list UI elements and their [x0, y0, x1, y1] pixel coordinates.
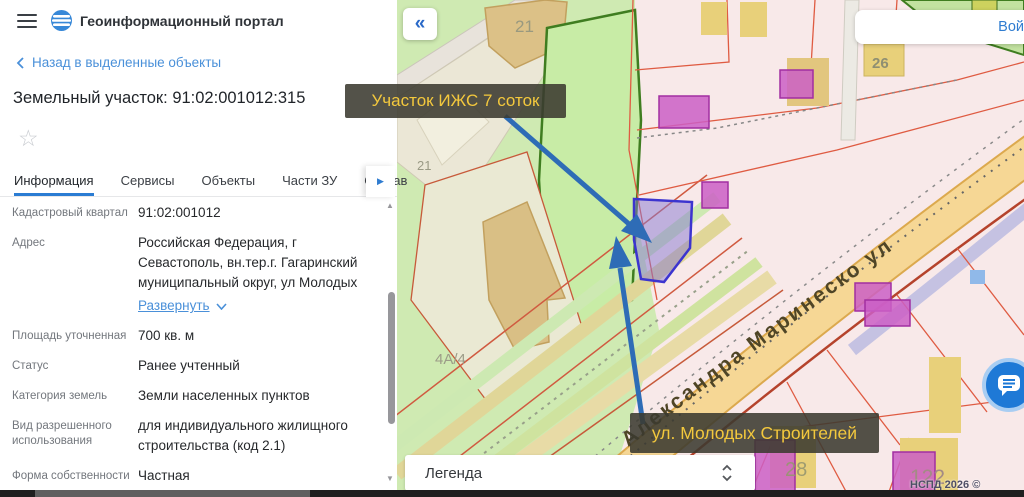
detail-value: Российская Федерация, г Севастополь, вн.…	[138, 233, 385, 316]
page-title: Земельный участок: 91:02:001012:315	[13, 89, 306, 107]
annotation-street-text: ул. Молодых Строителей	[651, 422, 858, 443]
map-label-28: 28	[785, 459, 807, 481]
app-title: Геоинформационный портал	[80, 13, 284, 29]
detail-value: для индивидуального жилищного строительс…	[138, 418, 348, 453]
menu-icon[interactable]	[17, 14, 37, 28]
legend-collapse-icon[interactable]	[721, 464, 733, 482]
annotation-parcel-text: Участок ИЖС 7 соток	[371, 91, 540, 110]
detail-label: Статус	[12, 360, 49, 372]
double-chevron-left-icon: «	[414, 13, 426, 34]
horizontal-scrollbar[interactable]	[0, 490, 1024, 497]
scrollbar-thumb[interactable]	[388, 292, 395, 424]
panel-collapse-button[interactable]: «	[403, 8, 437, 40]
back-link[interactable]: Назад в выделенные объекты	[16, 55, 221, 70]
detail-label: Кадастровый квартал	[12, 207, 128, 219]
detail-row-cadastral-block: Кадастровый квартал 91:02:001012	[0, 198, 385, 228]
favorite-star-icon[interactable]: ☆	[18, 125, 39, 152]
tabs-overflow-button[interactable]: ▶	[366, 166, 395, 197]
chat-bubble-icon	[998, 375, 1020, 396]
detail-value: Ранее учтенный	[138, 358, 240, 373]
tab-parts[interactable]: Части ЗУ	[282, 167, 337, 196]
annotation-parcel: Участок ИЖС 7 соток	[345, 84, 566, 118]
detail-value: Земли населенных пунктов	[138, 388, 310, 403]
map-label-21-left: 21	[417, 158, 431, 173]
legend-bar[interactable]: Легенда	[405, 455, 755, 491]
detail-value: Частная	[138, 468, 190, 483]
detail-label: Адрес	[12, 237, 45, 249]
detail-value: 700 кв. м	[138, 328, 195, 343]
detail-label: Категория земель	[12, 390, 108, 402]
chevron-right-icon: ▶	[377, 176, 384, 186]
panel-header: Геоинформационный портал	[0, 0, 397, 44]
legend-label: Легенда	[425, 464, 483, 482]
chevron-down-icon	[215, 302, 227, 310]
address-text: Российская Федерация, г Севастополь, вн.…	[138, 235, 358, 290]
tab-bar: Информация Сервисы Объекты Части ЗУ Сост…	[0, 167, 407, 197]
detail-row-address: Адрес Российская Федерация, г Севастопол…	[0, 228, 385, 321]
login-link[interactable]: Вой	[998, 19, 1024, 35]
detail-label: Вид разрешенного использования	[12, 420, 112, 447]
top-search-bar[interactable]: Вой	[855, 10, 1024, 44]
details-list: Кадастровый квартал 91:02:001012 Адрес Р…	[0, 198, 385, 491]
horizontal-scrollbar-thumb[interactable]	[35, 490, 310, 497]
scrollbar-up-arrow[interactable]: ▲	[384, 201, 396, 210]
chevron-left-icon	[16, 56, 24, 69]
tab-services[interactable]: Сервисы	[121, 167, 175, 196]
portal-logo-icon	[50, 9, 73, 37]
detail-value: 91:02:001012	[138, 205, 221, 220]
detail-label: Площадь уточненная	[12, 330, 127, 342]
expand-address-link[interactable]: Развернуть	[138, 296, 227, 316]
detail-row-status: Статус Ранее учтенный	[0, 351, 385, 381]
expand-label: Развернуть	[138, 298, 210, 313]
detail-label: Форма собственности	[12, 470, 130, 482]
detail-row-ownership: Форма собственности Частная	[0, 461, 385, 491]
detail-row-permitted-use: Вид разрешенного использования для индив…	[0, 411, 385, 461]
scrollbar-down-arrow[interactable]: ▼	[384, 474, 396, 483]
object-info-panel: Геоинформационный портал Назад в выделен…	[0, 0, 407, 491]
map-label-21-top: 21	[515, 17, 534, 36]
tab-information[interactable]: Информация	[14, 167, 94, 196]
map-label-4a4: 4А/4	[435, 351, 466, 368]
map-label-26: 26	[872, 55, 889, 72]
annotation-street: ул. Молодых Строителей	[630, 413, 879, 453]
detail-row-land-category: Категория земель Земли населенных пункто…	[0, 381, 385, 411]
back-link-label: Назад в выделенные объекты	[32, 55, 222, 70]
detail-row-area: Площадь уточненная 700 кв. м	[0, 321, 385, 351]
tab-objects[interactable]: Объекты	[201, 167, 255, 196]
